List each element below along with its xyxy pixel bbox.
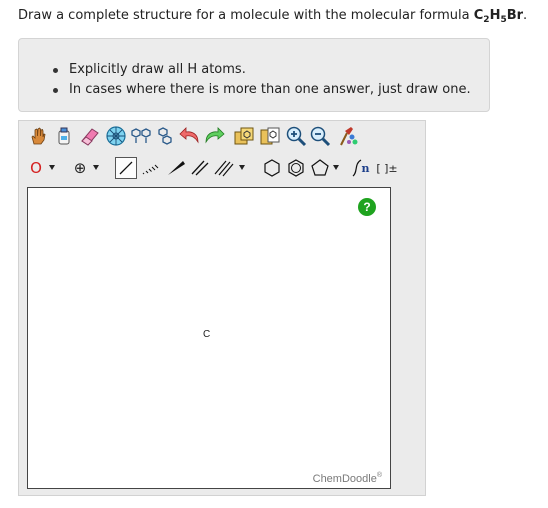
instruction-item: Explicitly draw all H atoms.: [53, 60, 471, 80]
question-text: Draw a complete structure for a molecule…: [18, 8, 528, 25]
atom-selector-dropdown-icon[interactable]: [49, 165, 55, 170]
single-bond-icon[interactable]: [115, 157, 137, 179]
hash-bond-icon[interactable]: [139, 157, 161, 179]
benzene-icon[interactable]: [285, 157, 307, 179]
instruction-item: In cases where there is more than one an…: [53, 80, 471, 100]
eraser-bottle-icon[interactable]: [53, 125, 75, 147]
rotate-icon[interactable]: [155, 125, 175, 147]
help-button[interactable]: ?: [358, 198, 376, 216]
hexagon-icon[interactable]: [261, 157, 283, 179]
redo-icon[interactable]: [203, 125, 225, 147]
question-prefix: Draw a complete structure for a molecule…: [18, 8, 474, 23]
instructions-list: Explicitly draw all H atoms. In cases wh…: [53, 60, 471, 100]
charge-label: ⊕: [73, 159, 87, 177]
molecular-formula: C2H5Br: [473, 8, 524, 25]
repeat-unit-label: n: [361, 161, 370, 175]
zoom-out-icon[interactable]: [309, 125, 331, 147]
templates-icon[interactable]: [233, 125, 255, 147]
wedge-bond-icon[interactable]: [165, 157, 187, 179]
bracket-charge-button[interactable]: [ ]±: [375, 157, 399, 179]
undo-icon[interactable]: [179, 125, 201, 147]
chemdoodle-logo: ChemDoodle®: [312, 472, 382, 485]
charge-dropdown-icon[interactable]: [93, 165, 99, 170]
ring-dropdown-icon[interactable]: [333, 165, 339, 170]
center-icon[interactable]: [105, 125, 127, 147]
bond-dropdown-icon[interactable]: [239, 165, 245, 170]
bracket-label: [ ]±: [376, 161, 398, 175]
triple-bond-icon[interactable]: [213, 157, 235, 179]
atom-selector-label: O: [30, 159, 42, 177]
canvas-atom-carbon[interactable]: C: [203, 329, 210, 340]
clean-structure-icon[interactable]: [337, 125, 359, 147]
copy-molecule-icon[interactable]: [131, 125, 151, 147]
eraser-icon[interactable]: [79, 125, 101, 147]
drawing-canvas[interactable]: ? C ChemDoodle®: [27, 187, 391, 489]
hand-icon[interactable]: [27, 125, 49, 147]
repeat-unit-button[interactable]: n: [349, 157, 371, 179]
atom-selector-button[interactable]: O: [27, 157, 45, 179]
chemdoodle-sketcher: O ⊕ n []± ? C ChemDoodle®: [18, 120, 426, 496]
pentagon-icon[interactable]: [309, 157, 331, 179]
instructions-box: Explicitly draw all H atoms. In cases wh…: [18, 38, 490, 112]
double-bond-icon[interactable]: [189, 157, 211, 179]
zoom-in-icon[interactable]: [285, 125, 307, 147]
clear-icon[interactable]: [259, 125, 281, 147]
charge-button[interactable]: ⊕: [71, 157, 89, 179]
